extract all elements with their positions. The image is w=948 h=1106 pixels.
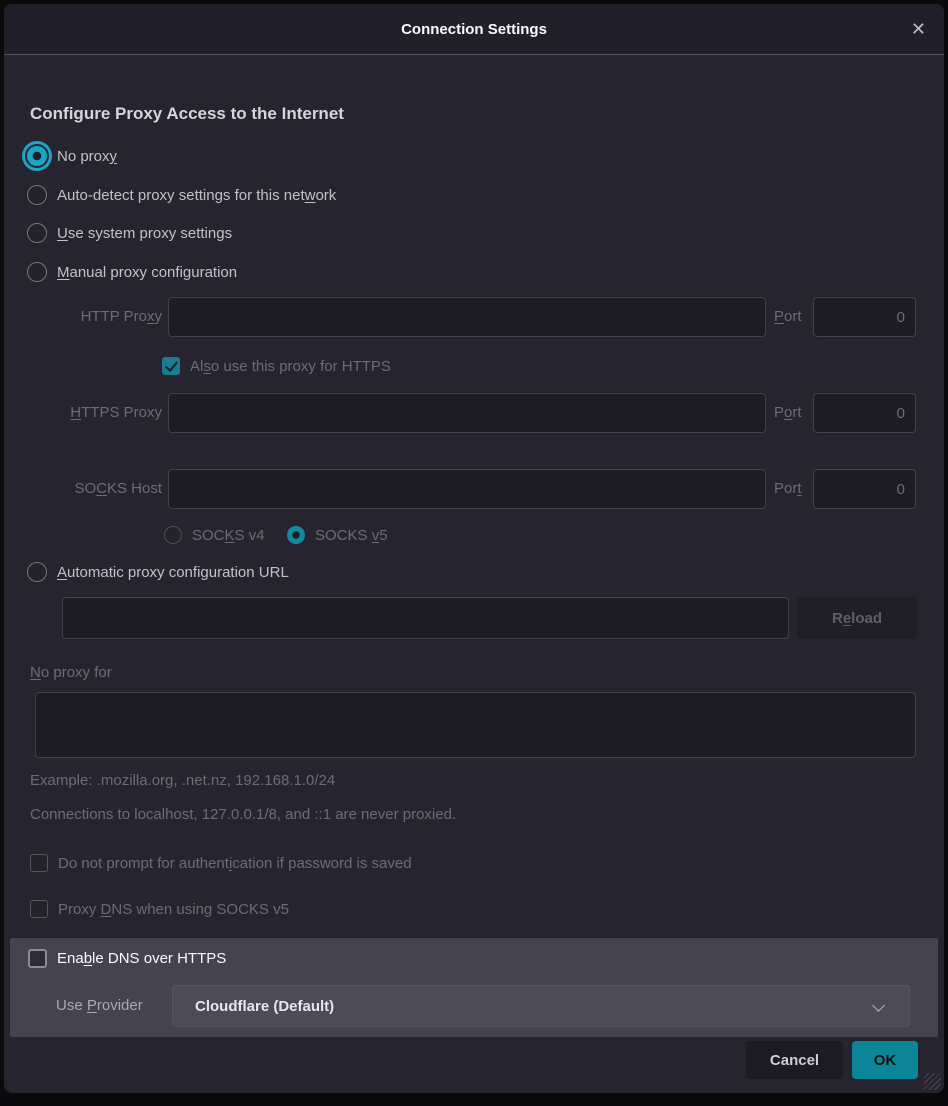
radio-no-proxy[interactable] xyxy=(27,146,47,166)
checkbox-label-enable-doh[interactable]: Enable DNS over HTTPS xyxy=(57,950,226,967)
socks-v4-row: SOCKS v4 xyxy=(164,521,265,549)
radio-label-auto-url[interactable]: Automatic proxy configuration URL xyxy=(57,564,289,581)
http-port-label: Port xyxy=(774,297,802,337)
socks-port-label: Port xyxy=(774,469,802,509)
checkbox-label-no-prompt-auth[interactable]: Do not prompt for authentication if pass… xyxy=(58,855,412,872)
no-proxy-for-label: No proxy for xyxy=(30,664,112,681)
http-proxy-label: HTTP Proxy xyxy=(30,297,162,337)
checkbox-proxy-dns[interactable] xyxy=(30,900,48,918)
http-proxy-input[interactable] xyxy=(168,297,766,337)
radio-auto-detect[interactable] xyxy=(27,185,47,205)
no-proxy-for-textarea[interactable] xyxy=(35,692,916,758)
section-heading: Configure Proxy Access to the Internet xyxy=(30,104,344,124)
radio-row-manual-proxy: Manual proxy configuration xyxy=(27,258,237,286)
close-icon[interactable]: ✕ xyxy=(911,4,926,55)
http-port-input[interactable] xyxy=(813,297,916,337)
enable-doh-row: Enable DNS over HTTPS xyxy=(28,944,226,972)
reload-button[interactable]: Reload xyxy=(797,597,917,639)
checkbox-label-proxy-dns[interactable]: Proxy DNS when using SOCKS v5 xyxy=(58,901,289,918)
cancel-button-label: Cancel xyxy=(770,1052,819,1069)
radio-socks-v4[interactable] xyxy=(164,526,182,544)
proxy-dns-row: Proxy DNS when using SOCKS v5 xyxy=(30,895,289,923)
ok-button[interactable]: OK xyxy=(852,1041,918,1079)
connection-settings-dialog: Connection Settings ✕ Configure Proxy Ac… xyxy=(4,4,944,1093)
no-prompt-auth-row: Do not prompt for authentication if pass… xyxy=(30,849,412,877)
https-port-label: Port xyxy=(774,393,802,433)
radio-auto-url[interactable] xyxy=(27,562,47,582)
radio-row-auto-url: Automatic proxy configuration URL xyxy=(27,558,289,586)
reload-button-label: Reload xyxy=(832,610,882,627)
radio-label-system-proxy[interactable]: Use system proxy settings xyxy=(57,225,232,242)
radio-row-auto-detect: Auto-detect proxy settings for this netw… xyxy=(27,181,336,209)
https-proxy-input[interactable] xyxy=(168,393,766,433)
https-proxy-label: HTTPS Proxy xyxy=(30,393,162,433)
dialog-title: Connection Settings xyxy=(4,4,944,55)
socks-host-input[interactable] xyxy=(168,469,766,509)
resize-grip[interactable] xyxy=(924,1073,941,1090)
radio-row-system-proxy: Use system proxy settings xyxy=(27,219,232,247)
auto-url-input[interactable] xyxy=(62,597,789,639)
localhost-note-text: Connections to localhost, 127.0.0.1/8, a… xyxy=(30,806,456,823)
checkbox-enable-doh[interactable] xyxy=(28,949,47,968)
radio-label-auto-detect[interactable]: Auto-detect proxy settings for this netw… xyxy=(57,187,336,204)
use-provider-label: Use Provider xyxy=(56,986,143,1026)
cancel-button[interactable]: Cancel xyxy=(746,1041,843,1079)
doh-provider-select[interactable]: Cloudflare (Default) xyxy=(172,985,910,1027)
radio-label-no-proxy[interactable]: No proxy xyxy=(57,148,117,165)
checkbox-no-prompt-auth[interactable] xyxy=(30,854,48,872)
radio-row-no-proxy: No proxy xyxy=(27,142,117,170)
checkbox-also-https[interactable] xyxy=(162,357,180,375)
socks-host-label: SOCKS Host xyxy=(30,469,162,509)
no-proxy-example-text: Example: .mozilla.org, .net.nz, 192.168.… xyxy=(30,772,335,789)
checkbox-label-also-https[interactable]: Also use this proxy for HTTPS xyxy=(190,358,391,375)
socks-port-input[interactable] xyxy=(813,469,916,509)
radio-label-manual-proxy[interactable]: Manual proxy configuration xyxy=(57,264,237,281)
ok-button-label: OK xyxy=(874,1052,897,1069)
dns-over-https-section: Enable DNS over HTTPS Use Provider Cloud… xyxy=(10,938,938,1037)
also-https-row: Also use this proxy for HTTPS xyxy=(162,352,391,380)
socks-v5-row: SOCKS v5 xyxy=(287,521,388,549)
https-port-input[interactable] xyxy=(813,393,916,433)
radio-label-socks-v5[interactable]: SOCKS v5 xyxy=(315,527,388,544)
radio-socks-v5[interactable] xyxy=(287,526,305,544)
doh-provider-value: Cloudflare (Default) xyxy=(195,998,334,1015)
radio-system-proxy[interactable] xyxy=(27,223,47,243)
radio-manual-proxy[interactable] xyxy=(27,262,47,282)
radio-label-socks-v4[interactable]: SOCKS v4 xyxy=(192,527,265,544)
dialog-titlebar: Connection Settings ✕ xyxy=(4,4,944,55)
chevron-down-icon xyxy=(872,999,885,1012)
